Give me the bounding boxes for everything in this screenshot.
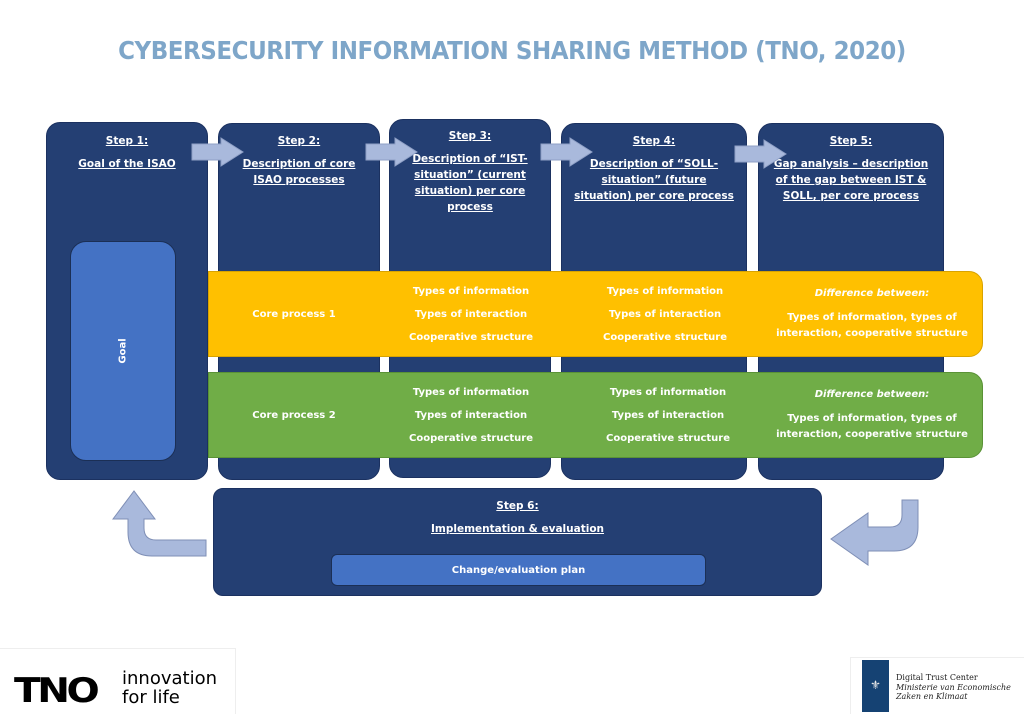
dtc-text: Digital Trust Center Ministerie van Econ… (896, 673, 1021, 702)
soll-item: Types of information (609, 386, 727, 398)
core-process-1-soll-cell: Types of information Types of interactio… (572, 272, 758, 356)
core-process-1-band: Core process 1 Types of information Type… (208, 271, 983, 357)
gap-heading: Difference between: (814, 389, 930, 400)
goal-label: Goal (117, 338, 129, 364)
return-arrow-left-icon (830, 499, 919, 566)
gap-heading: Difference between: (814, 288, 930, 299)
soll-item: Types of interaction (608, 308, 722, 320)
goal-box: Goal (70, 241, 176, 461)
ist-item: Cooperative structure (408, 432, 533, 444)
gap-text: Types of information, types of interacti… (776, 312, 968, 339)
core-process-2-gap-cell: Difference between: Types of information… (761, 373, 983, 457)
arrow-right-icon (365, 137, 418, 167)
core-process-1-ist-cell: Types of information Types of interactio… (390, 272, 552, 356)
government-flag: ⚜ (862, 660, 889, 712)
evaluation-plan-label: Change/evaluation plan (451, 564, 586, 576)
core-process-2-band: Core process 2 Types of information Type… (208, 372, 983, 458)
arrow-right-icon (191, 137, 244, 167)
tno-wordmark: TNO (14, 671, 100, 711)
dtc-name: Digital Trust Center (896, 673, 978, 682)
return-arrow-up-icon (112, 490, 207, 557)
arrow-right-icon (540, 137, 593, 167)
crest-icon: ⚜ (870, 678, 881, 692)
step-1-description: Goal of the ISAO (78, 158, 176, 170)
ist-item: Types of interaction (414, 308, 528, 320)
arrow-right-icon (734, 139, 787, 169)
step-1-label: Step 1: (105, 135, 149, 147)
step-6-header: Step 6: Implementation & evaluation (214, 498, 821, 537)
tno-tagline-line-2: for life (122, 687, 180, 708)
ist-item: Types of interaction (414, 409, 528, 421)
step-6-label: Step 6: (496, 500, 539, 512)
core-process-1-name: Core process 1 (252, 308, 336, 320)
core-process-2-ist-cell: Types of information Types of interactio… (390, 373, 552, 457)
core-process-2-name: Core process 2 (252, 409, 336, 421)
tno-tagline: innovation for life (122, 669, 217, 707)
dtc-ministry: Ministerie van Economische Zaken en Klim… (896, 682, 1011, 702)
step-1-header: Step 1: Goal of the ISAO (47, 133, 207, 172)
tno-tagline-line-1: innovation (122, 668, 217, 689)
step-6-description: Implementation & evaluation (430, 523, 605, 535)
digital-trust-center-logo: ⚜ Digital Trust Center Ministerie van Ec… (850, 657, 1024, 714)
core-process-2-soll-cell: Types of information Types of interactio… (572, 373, 764, 457)
ist-item: Types of information (412, 386, 530, 398)
soll-item: Cooperative structure (602, 331, 727, 343)
core-process-1-gap-cell: Difference between: Types of information… (761, 272, 983, 356)
core-process-2-name-cell: Core process 2 (209, 373, 379, 457)
tno-logo: TNO innovation for life (0, 648, 236, 714)
soll-item: Cooperative structure (605, 432, 730, 444)
soll-item: Types of information (606, 285, 724, 297)
soll-item: Types of interaction (611, 409, 725, 421)
gap-text: Types of information, types of interacti… (776, 413, 968, 440)
ist-item: Cooperative structure (408, 331, 533, 343)
core-process-1-name-cell: Core process 1 (209, 272, 379, 356)
ist-item: Types of information (412, 285, 530, 297)
evaluation-plan-box: Change/evaluation plan (331, 554, 706, 586)
diagram-title: CYBERSECURITY INFORMATION SHARING METHOD… (118, 36, 906, 65)
step-6-box: Step 6: Implementation & evaluation Chan… (213, 488, 822, 596)
